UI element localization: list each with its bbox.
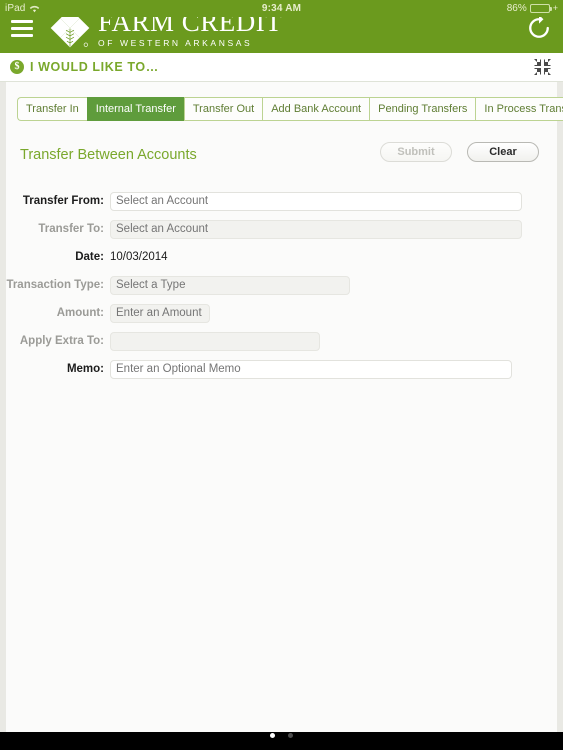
label-amount: Amount: — [56, 307, 104, 319]
refresh-icon[interactable] — [525, 14, 553, 42]
section-header: $ I WOULD LIKE TO… — [0, 53, 563, 82]
field-row-date: Date: 10/03/2014 — [6, 243, 557, 271]
field-row-transfer-to: Transfer To: — [6, 215, 557, 243]
memo-input[interactable] — [110, 359, 512, 379]
battery-icon — [529, 4, 552, 13]
dollar-sign-icon: $ — [10, 60, 24, 74]
tab-pending-transfers[interactable]: Pending Transfers — [369, 97, 476, 121]
page-title: Transfer Between Accounts — [20, 147, 197, 163]
content-panel: Transfer In Internal Transfer Transfer O… — [0, 82, 563, 732]
transfer-to-select[interactable] — [110, 219, 522, 239]
page-dot-2[interactable] — [287, 733, 293, 738]
section-title: I WOULD LIKE TO… — [30, 60, 159, 74]
transfer-form: Transfer From: Transfer To: Date: 10/03/… — [6, 187, 557, 383]
field-row-transaction-type: Transaction Type: — [6, 271, 557, 299]
page-indicator — [0, 725, 563, 743]
field-row-memo: Memo: — [6, 355, 557, 383]
page-dot-1[interactable] — [270, 733, 276, 738]
ipad-screen: Transfer In Internal Transfer Transfer O… — [0, 0, 563, 750]
amount-input[interactable] — [110, 303, 210, 323]
label-transaction-type: Transaction Type: — [6, 279, 104, 291]
field-row-transfer-from: Transfer From: — [6, 187, 557, 215]
panel-header: Transfer Between Accounts Submit Clear — [6, 142, 557, 172]
tab-add-bank-account[interactable]: Add Bank Account — [262, 97, 370, 121]
status-time: 9:34 AM — [261, 3, 302, 14]
tab-bar: Transfer In Internal Transfer Transfer O… — [17, 97, 563, 121]
hamburger-menu-icon[interactable] — [11, 20, 33, 37]
transaction-type-select[interactable] — [110, 275, 350, 295]
label-apply-extra-to: Apply Extra To: — [19, 335, 104, 347]
label-transfer-to: Transfer To: — [38, 223, 104, 235]
battery-percent: 86% — [506, 3, 527, 14]
tab-internal-transfer[interactable]: Internal Transfer — [86, 97, 184, 121]
label-date: Date: — [75, 251, 104, 263]
label-memo: Memo: — [66, 363, 104, 375]
submit-button[interactable]: Submit — [380, 142, 452, 162]
clear-button[interactable]: Clear — [467, 142, 539, 162]
ios-status-bar: iPad 9:34 AM 86% + — [0, 0, 563, 17]
field-row-apply-extra-to: Apply Extra To: — [6, 327, 557, 355]
collapse-arrows-icon[interactable] — [534, 59, 551, 75]
charging-icon: + — [552, 3, 558, 13]
date-value: 10/03/2014 — [110, 251, 168, 263]
transfer-from-select[interactable] — [110, 191, 522, 211]
apply-extra-to-input[interactable] — [110, 331, 320, 351]
tab-in-process-transfers[interactable]: In Process Transfers — [475, 97, 563, 121]
label-transfer-from: Transfer From: — [22, 195, 104, 207]
tab-transfer-in[interactable]: Transfer In — [17, 97, 87, 121]
tab-transfer-out[interactable]: Transfer Out — [183, 97, 263, 121]
field-row-amount: Amount: — [6, 299, 557, 327]
brand-subtitle: OF WESTERN ARKANSAS — [98, 37, 253, 48]
